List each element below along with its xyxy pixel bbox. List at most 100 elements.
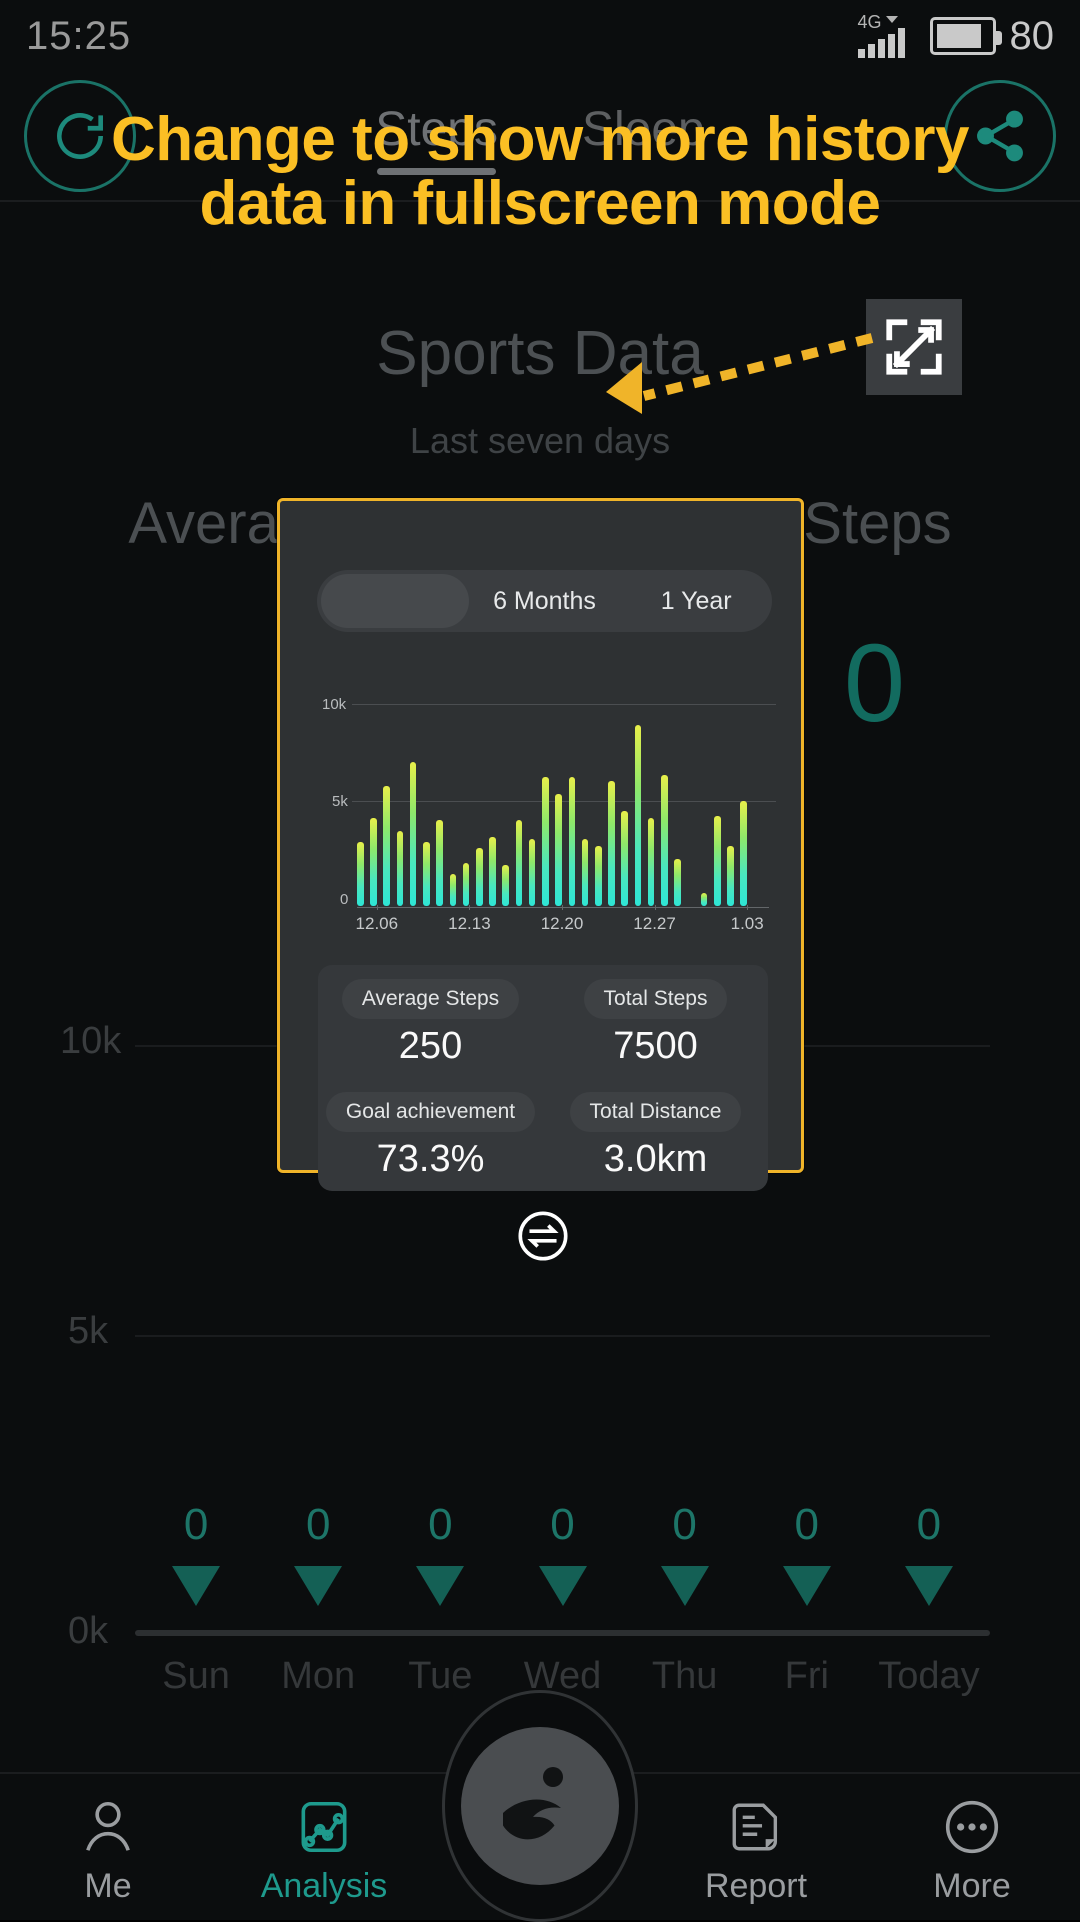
chart-bar <box>621 811 628 906</box>
day-label: Today <box>878 1655 980 1697</box>
person-icon <box>0 1789 216 1865</box>
background-gridline <box>135 1335 990 1337</box>
stat-value: 3.0km <box>603 1138 708 1180</box>
nav-label: Report <box>704 1866 808 1905</box>
stat-total-distance: Total Distance 3.0km <box>543 1078 768 1191</box>
segment-active-pill <box>321 574 469 628</box>
chart-xtick <box>376 905 378 910</box>
chart-bar <box>674 858 681 906</box>
day-label: Wed <box>523 1655 602 1697</box>
stat-value: 73.3% <box>376 1138 485 1180</box>
stat-label: Total Distance <box>569 1092 742 1132</box>
chart-xtick-label: 1.03 <box>730 914 764 933</box>
stat-label: Total Steps <box>583 979 728 1019</box>
chevron-down-icon <box>885 16 898 23</box>
stat-goal-achievement: Goal achievement 73.3% <box>318 1078 543 1191</box>
chart-bar <box>383 785 391 906</box>
day-label: Mon <box>281 1655 356 1697</box>
document-icon <box>648 1789 864 1865</box>
chart-bar <box>727 845 734 906</box>
background-axis-10k: 10k <box>60 1020 122 1062</box>
stat-value: 7500 <box>613 1025 698 1067</box>
chart-bar <box>449 873 457 906</box>
nav-item-analysis[interactable]: Analysis <box>216 1789 432 1906</box>
day-value: 0 <box>183 1500 209 1549</box>
triangle-marker-icon <box>416 1566 465 1606</box>
chart-x-axis <box>357 907 769 908</box>
bottom-navigation: Me Analysis Report More <box>0 1690 1080 1922</box>
steps-history-chart: 10k 5k 0 12.06 12.13 12.20 12.27 1.03 <box>300 686 790 936</box>
chart-bar <box>740 800 747 906</box>
annotation-text: Change to show more history data in full… <box>110 105 970 238</box>
chart-bar <box>661 774 668 906</box>
nav-item-me[interactable]: Me <box>0 1789 216 1906</box>
background-axis-5k: 5k <box>68 1310 109 1352</box>
chart-bar <box>647 817 655 906</box>
fullscreen-expand-icon[interactable] <box>866 299 962 395</box>
nav-item-more[interactable]: More <box>864 1789 1080 1906</box>
range-segmented-control: 1 Month 6 Months 1 Year <box>317 570 772 632</box>
page-subtitle: Last seven days <box>409 420 671 461</box>
chart-bar <box>396 830 404 906</box>
chart-bar <box>436 820 443 906</box>
chart-bar <box>462 863 470 906</box>
chart-ytick-10k: 10k <box>322 696 347 713</box>
day-value: 0 <box>916 1500 942 1549</box>
status-clock: 15:25 <box>26 13 132 58</box>
chart-xtick <box>562 905 563 910</box>
dashed-arrow-icon <box>606 333 874 414</box>
day-marker: 0 <box>864 1500 994 1606</box>
day-label: Sun <box>162 1655 230 1697</box>
nav-label: More <box>933 1866 1011 1905</box>
runner-logo-icon[interactable] <box>442 1690 638 1922</box>
day-marker: 0 <box>498 1500 628 1606</box>
chart-xtick-label: 12.06 <box>355 914 399 933</box>
day-label: Thu <box>651 1655 718 1697</box>
nav-label: Analysis <box>260 1866 388 1905</box>
chart-ytick-5k: 5k <box>332 793 348 810</box>
chart-bar <box>502 865 510 906</box>
background-day-markers: 0 0 0 0 0 0 0 <box>0 1500 1080 1670</box>
chart-xtick <box>469 905 471 910</box>
chart-bar <box>555 794 562 906</box>
triangle-marker-icon <box>538 1566 587 1606</box>
day-label: Tue <box>408 1655 473 1697</box>
chart-bar <box>409 761 417 906</box>
chart-bar <box>357 841 364 906</box>
chart-bar <box>634 725 642 906</box>
day-value: 0 <box>550 1500 575 1549</box>
chart-xtick-label: 12.27 <box>633 914 676 933</box>
battery-icon <box>929 17 1002 55</box>
chart-ytick-0: 0 <box>340 891 349 908</box>
chart-bar <box>423 841 430 906</box>
day-marker: 0 <box>620 1500 750 1606</box>
background-big-value: 0 <box>843 622 905 745</box>
chart-bar <box>542 777 549 906</box>
day-label: Fri <box>784 1655 829 1697</box>
history-popup-panel: 1 Month 6 Months 1 Year 10k 5k 0 12.06 12… <box>277 498 804 1261</box>
chart-bar <box>475 847 483 906</box>
battery-level: 80 <box>1009 13 1055 58</box>
nav-item-report[interactable]: Report <box>648 1789 864 1906</box>
triangle-marker-icon <box>294 1566 343 1606</box>
triangle-marker-icon <box>172 1566 221 1606</box>
chart-bar <box>700 893 708 906</box>
triangle-marker-icon <box>904 1566 953 1606</box>
signal-bars-icon: 4G <box>857 12 916 58</box>
more-dots-icon <box>864 1789 1080 1865</box>
chart-bar <box>594 845 602 906</box>
chart-xtick <box>654 905 656 910</box>
chart-bars <box>357 691 767 906</box>
chart-bar <box>568 777 576 906</box>
chart-bar <box>489 837 496 906</box>
triangle-marker-icon <box>782 1566 831 1606</box>
stat-label: Average Steps <box>341 979 520 1019</box>
chart-bar <box>515 820 523 906</box>
chart-bar <box>370 817 377 906</box>
chart-icon <box>216 1789 432 1865</box>
range-tab-6-months[interactable]: 6 Months <box>469 570 621 632</box>
day-value: 0 <box>794 1500 820 1549</box>
day-marker: 0 <box>375 1500 505 1606</box>
swap-arrows-icon[interactable] <box>514 1207 572 1265</box>
range-tab-1-year[interactable]: 1 Year <box>620 570 772 632</box>
